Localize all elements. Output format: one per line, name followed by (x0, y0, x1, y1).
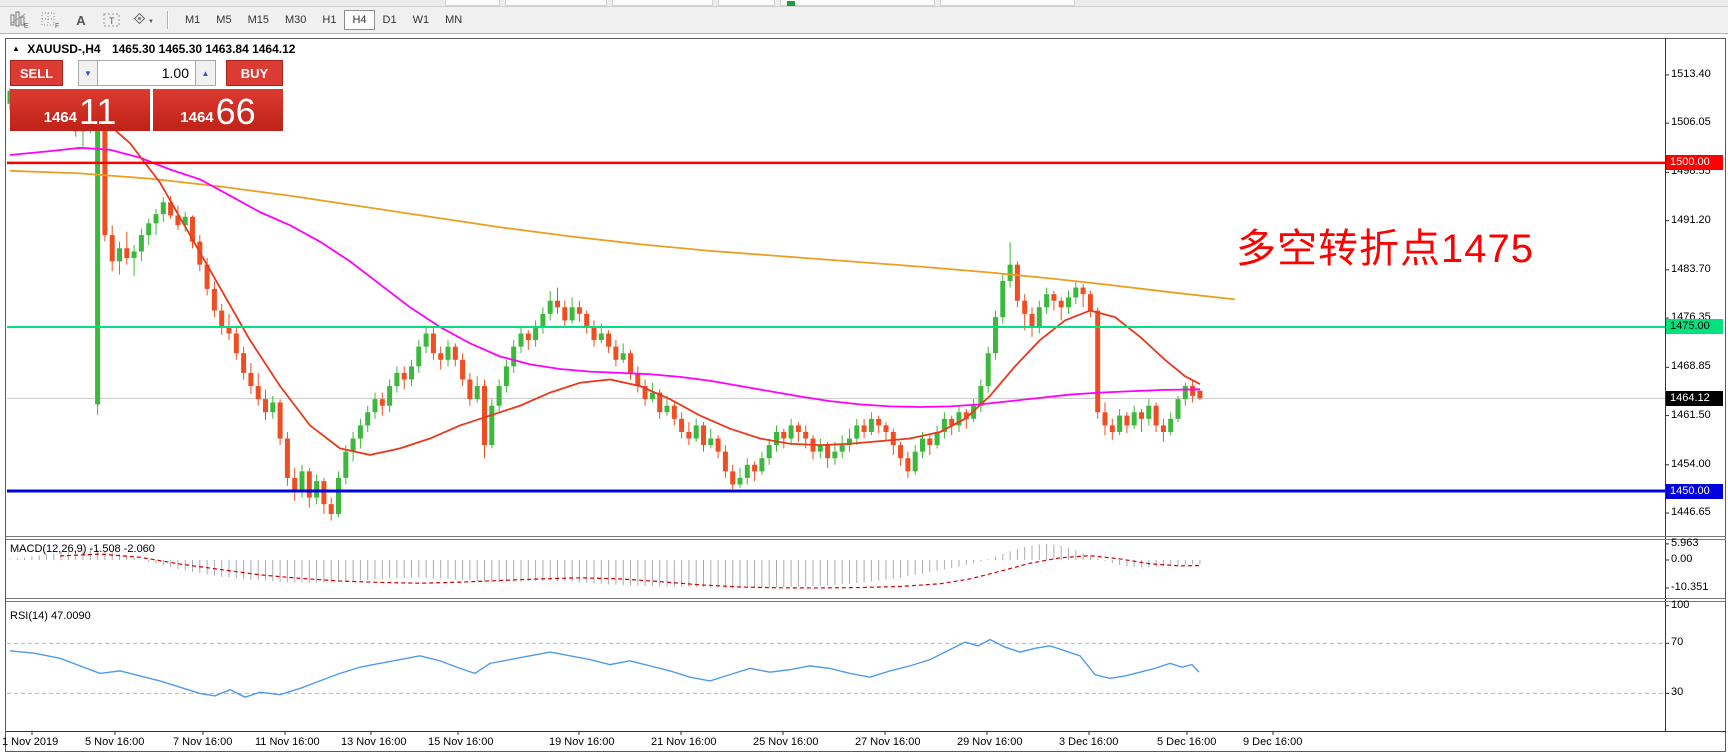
sell-button[interactable]: SELL (10, 60, 63, 86)
chart-header: ▲ XAUUSD-,H4 1465.30 1465.30 1463.84 146… (12, 42, 295, 56)
symbol-title: XAUUSD-,H4 (27, 42, 100, 56)
macd-layer (10, 544, 1200, 588)
moving-averages-layer (10, 84, 1235, 455)
buy-price-box[interactable]: 1464 66 (153, 89, 283, 131)
collapse-icon[interactable]: ▲ (12, 44, 20, 53)
rsi-value: 47.0090 (51, 610, 91, 622)
one-click-trade-panel: SELL ▼ ▲ BUY 1464 11 1464 66 (10, 60, 283, 131)
chart-annotation-text: 多空转折点1475 (1236, 216, 1534, 274)
macd-label: MACD(12,26,9) -1.508 -2.060 (10, 543, 155, 555)
sell-price-box[interactable]: 1464 11 (10, 89, 150, 131)
buy-button[interactable]: BUY (226, 60, 283, 86)
macd-values: -1.508 -2.060 (89, 543, 154, 555)
ma-mid-magenta (10, 148, 1200, 407)
ohlc-values: 1465.30 1465.30 1463.84 1464.12 (112, 42, 296, 56)
rsi-label: RSI(14) 47.0090 (10, 610, 91, 622)
volume-input[interactable] (98, 60, 196, 86)
volume-decrease-button[interactable]: ▼ (78, 60, 98, 86)
sell-price-base: 1464 (44, 110, 77, 128)
buy-price-pips: 66 (216, 96, 256, 128)
buy-price-base: 1464 (180, 110, 213, 128)
rsi-line (10, 640, 1199, 698)
candles-layer (8, 65, 1203, 520)
sell-price-pips: 11 (79, 96, 116, 128)
volume-increase-button[interactable]: ▲ (196, 60, 216, 86)
rsi-layer (7, 640, 1665, 698)
